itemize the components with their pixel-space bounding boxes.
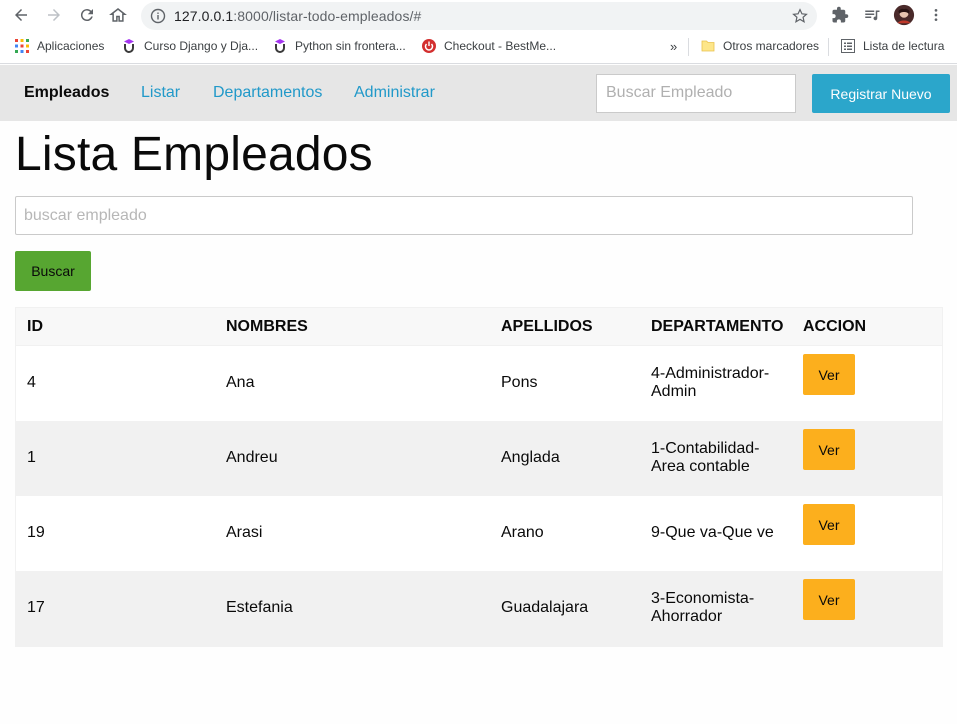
bookmarks-bar: Aplicaciones Curso Django y Dja... Pytho… [0, 31, 957, 64]
column-header-nombres: NOMBRES [226, 318, 308, 335]
home-icon[interactable] [107, 4, 129, 26]
bookmark-label: Lista de lectura [863, 39, 945, 53]
dept-line: 9-Que va-Que ve [651, 524, 774, 541]
reading-list-button[interactable]: Lista de lectura [841, 39, 944, 53]
table-header: ID NOMBRES APELLIDOS DEPARTAMENTO ACCION [16, 308, 942, 346]
site-info-icon[interactable] [150, 8, 166, 24]
cell-apellido: Anglada [501, 449, 560, 466]
nav-link-administrar[interactable]: Administrar [354, 84, 435, 102]
dept-line: 4-Administrador- [651, 365, 770, 382]
cell-apellido: Guadalajara [501, 599, 589, 616]
cell-departamento: 1-Contabilidad- Area contable [651, 440, 789, 476]
bookmark-divider [828, 38, 829, 56]
cell-id: 4 [27, 374, 36, 391]
employee-search-input[interactable]: buscar empleado [15, 196, 913, 235]
bookmark-python[interactable]: Python sin frontera... [273, 39, 406, 53]
udemy-icon [275, 39, 285, 53]
view-button[interactable]: Ver [803, 504, 855, 545]
bookmark-star-icon[interactable] [791, 7, 809, 25]
url-host: 127.0.0.1 [174, 8, 234, 24]
navbar-search-input[interactable]: Buscar Empleado [596, 74, 796, 113]
reload-icon[interactable] [76, 4, 98, 26]
cell-nombre: Ana [226, 374, 255, 391]
reading-list-icon [841, 39, 855, 53]
employees-table: ID NOMBRES APELLIDOS DEPARTAMENTO ACCION… [15, 307, 943, 647]
udemy-icon [124, 39, 134, 53]
extensions-icon[interactable] [830, 4, 850, 26]
overflow-chevron-icon: » [670, 39, 678, 54]
dept-line: Admin [651, 383, 697, 400]
bookmark-django[interactable]: Curso Django y Dja... [122, 39, 258, 53]
power-icon [422, 39, 436, 53]
folder-icon [701, 40, 715, 52]
forward-icon[interactable] [43, 4, 65, 26]
table-row: 1 Andreu Anglada 1-Contabilidad- Area co… [16, 421, 942, 496]
table-row: 19 Arasi Arano 9-Que va-Que ve Ver [16, 496, 942, 571]
table-row: 4 Ana Pons 4-Administrador- Admin Ver [16, 346, 942, 421]
bookmarks-overflow-button[interactable]: » [670, 39, 677, 54]
view-button[interactable]: Ver [803, 579, 855, 620]
cell-nombre: Estefania [226, 599, 293, 616]
column-header-id: ID [27, 318, 43, 335]
brand-link[interactable]: Empleados [24, 84, 109, 102]
column-header-apellidos: APELLIDOS [501, 318, 593, 335]
menu-kebab-icon[interactable] [928, 4, 944, 26]
dept-line: 3-Economista- [651, 590, 755, 607]
search-button[interactable]: Buscar [15, 251, 91, 291]
cell-nombre: Andreu [226, 449, 278, 466]
cell-nombre: Arasi [226, 524, 263, 541]
cell-departamento: 3-Economista- Ahorrador [651, 590, 789, 626]
table-row: 17 Estefania Guadalajara 3-Economista- A… [16, 571, 942, 646]
url-path: :8000/listar-todo-empleados/# [233, 8, 422, 24]
page-title: Lista Empleados [15, 128, 373, 181]
bookmark-divider [688, 38, 689, 56]
bookmark-other-folder[interactable]: Otros marcadores [701, 39, 819, 53]
cell-apellido: Pons [501, 374, 538, 391]
site-navbar: Empleados Listar Departamentos Administr… [0, 65, 957, 121]
browser-toolbar: 127.0.0.1:8000/listar-todo-empleados/# [0, 0, 957, 31]
cell-id: 1 [27, 449, 36, 466]
nav-link-listar[interactable]: Listar [141, 84, 180, 102]
cell-id: 19 [27, 524, 45, 541]
view-button[interactable]: Ver [803, 429, 855, 470]
cell-departamento: 4-Administrador- Admin [651, 365, 789, 401]
column-header-accion: ACCION [803, 318, 867, 335]
back-icon[interactable] [10, 4, 32, 26]
bookmark-label: Otros marcadores [723, 39, 820, 53]
dept-line: Ahorrador [651, 608, 723, 625]
media-queue-icon[interactable] [862, 4, 882, 26]
cell-departamento: 9-Que va-Que ve [651, 524, 789, 542]
dept-line: 1-Contabilidad- [651, 440, 760, 457]
apps-grid-icon [15, 39, 29, 53]
cell-apellido: Arano [501, 524, 544, 541]
bookmark-label: Python sin frontera... [295, 39, 406, 53]
view-button[interactable]: Ver [803, 354, 855, 395]
profile-avatar[interactable] [892, 4, 916, 26]
bookmark-label: Checkout - BestMe... [444, 39, 557, 53]
bookmark-apps[interactable]: Aplicaciones [15, 39, 104, 53]
nav-link-departamentos[interactable]: Departamentos [213, 84, 322, 102]
dept-line: Area contable [651, 458, 750, 475]
column-header-departamento: DEPARTAMENTO [651, 318, 784, 335]
bookmark-label: Curso Django y Dja... [144, 39, 259, 53]
bookmark-checkout[interactable]: Checkout - BestMe... [422, 39, 556, 53]
bookmark-label: Aplicaciones [37, 39, 105, 53]
cell-id: 17 [27, 599, 45, 616]
address-bar[interactable]: 127.0.0.1:8000/listar-todo-empleados/# [141, 2, 817, 30]
register-new-button[interactable]: Registrar Nuevo [812, 74, 950, 113]
url-text: 127.0.0.1:8000/listar-todo-empleados/# [174, 8, 421, 24]
